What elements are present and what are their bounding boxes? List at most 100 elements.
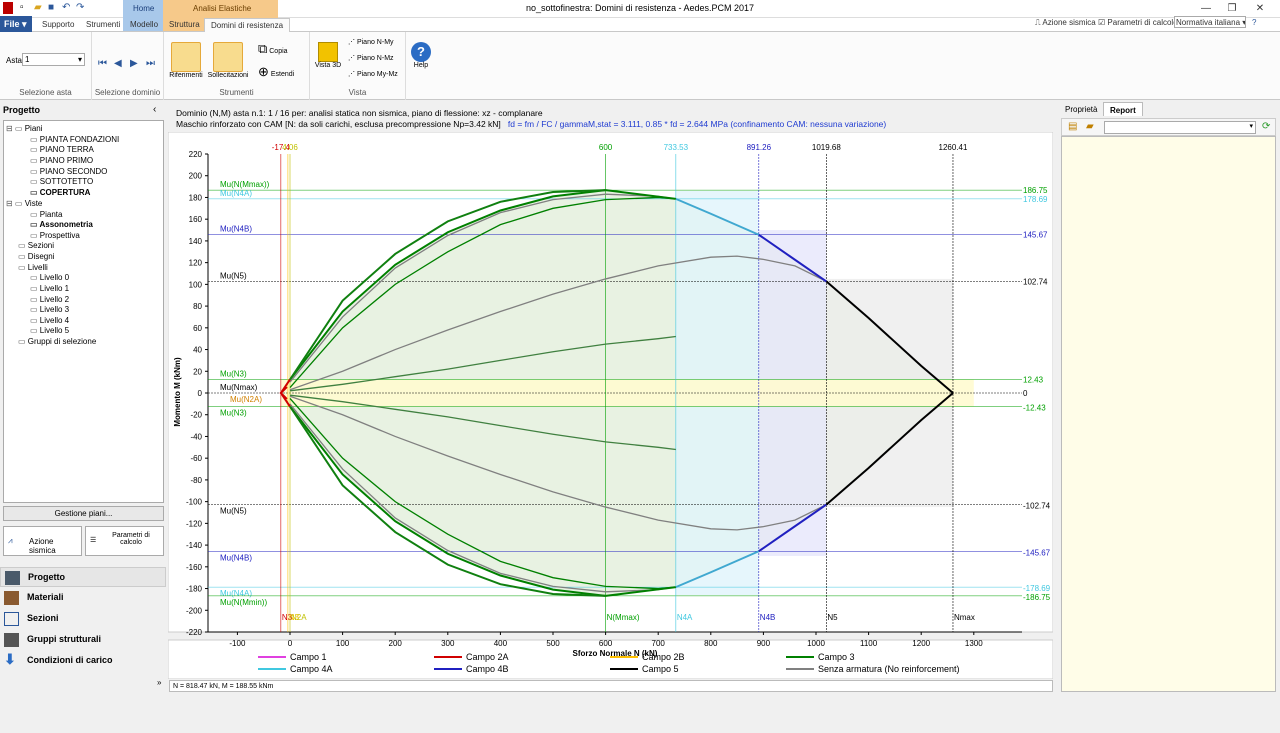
tree-item[interactable]: ▭ PIANTA FONDAZIONI (30, 135, 119, 144)
file-menu[interactable]: File ▾ (0, 16, 32, 32)
first-icon[interactable]: ⏮ (98, 58, 107, 69)
normativa-select[interactable]: Normativa italiana ▾ (1174, 16, 1246, 28)
piano-nmy-button[interactable]: ⋰ Piano N-My (348, 38, 394, 46)
report-icon[interactable]: ▤ (1068, 121, 1077, 132)
hline-left-label: Mu(N4B) (220, 553, 252, 562)
tree-item-label: Gruppi di selezione (27, 337, 97, 346)
tree-item[interactable]: ▭ Prospettiva (30, 231, 80, 240)
tree-item[interactable]: ▭ Livello 3 (30, 305, 69, 314)
nav-condizioni[interactable]: ⬇ Condizioni di carico (0, 651, 166, 671)
nav-gruppi[interactable]: Gruppi strutturali (0, 630, 166, 650)
hline-left-label: Mu(N(Mmin)) (220, 598, 267, 607)
asta-select[interactable]: 1 ▾ (22, 53, 85, 66)
legend-label: Campo 5 (642, 664, 679, 674)
cube-icon (318, 42, 338, 62)
tree-item[interactable]: ▭ PIANO PRIMO (30, 156, 93, 165)
materials-icon (4, 591, 19, 605)
hline-right-label: -102.74 (1023, 502, 1051, 511)
tree-item[interactable]: ▭ Disegni (18, 252, 54, 261)
tab-struttura[interactable]: Struttura (163, 18, 206, 32)
tab-supporto[interactable]: Supporto (36, 18, 80, 32)
tree-item[interactable]: ▭ Livelli (18, 263, 48, 272)
azione-sismica-button[interactable]: ⩘ Azione sismica (3, 526, 82, 556)
group-help: ? Help (406, 32, 436, 100)
ribbon: Asta 1 ▾ Selezione asta ⏮ ◀ ▶ ⏭ Selezione… (0, 32, 1280, 100)
tab-modello[interactable]: Modello (124, 18, 164, 32)
legend-label: Campo 4A (290, 664, 333, 674)
legend-label: Campo 4B (466, 664, 509, 674)
vline-bottom-label: N(Mmax) (607, 613, 640, 622)
restore-icon[interactable]: ❐ (1222, 3, 1242, 14)
help-button[interactable]: ? Help (409, 42, 433, 69)
tab-domini[interactable]: Domini di resistenza (204, 18, 291, 32)
copia-button[interactable]: ⧉ Copia (258, 41, 288, 57)
tree-item[interactable]: ▭ PIANO TERRA (30, 145, 94, 154)
tree-item[interactable]: ▭ Assonometria (30, 220, 93, 229)
vista3d-button[interactable]: Vista 3D (313, 42, 343, 69)
axis-icon: ⋰ (348, 71, 355, 78)
gestione-piani-button[interactable]: Gestione piani... (3, 506, 164, 521)
tree-item[interactable]: ▭ PIANO SECONDO (30, 167, 107, 176)
tree-item[interactable]: ▭ Livello 4 (30, 316, 69, 325)
tree-item[interactable]: ▭ Sezioni (18, 241, 54, 250)
piano-nmz-button[interactable]: ⋰ Piano N-Mz (348, 54, 394, 62)
tree-item[interactable]: ▭ COPERTURA (30, 188, 90, 197)
hline-right-label: -145.67 (1023, 548, 1051, 557)
x-tick-label: 300 (441, 639, 455, 648)
vline-top-label: 1019.68 (812, 143, 841, 152)
x-tick-label: 200 (389, 639, 403, 648)
help-small-icon[interactable]: ? (1252, 18, 1256, 27)
piano-mymz-button[interactable]: ⋰ Piano My-Mz (348, 70, 398, 78)
tree-item[interactable]: ▭ Pianta (30, 210, 62, 219)
tree-item[interactable]: ▭ Gruppi di selezione (18, 337, 96, 346)
nav-progetto[interactable]: Progetto (0, 567, 166, 587)
minimize-icon[interactable]: — (1196, 3, 1216, 14)
sollecitazioni-button[interactable]: Sollecitazioni (206, 42, 250, 79)
azione-sismica-toggle[interactable]: ⎍ Azione sismica (1035, 18, 1096, 28)
hline-left-label: Mu(N4A) (220, 189, 252, 198)
y-tick-label: 140 (189, 237, 203, 246)
nav-sezioni[interactable]: Sezioni (0, 609, 166, 629)
prev-icon[interactable]: ◀ (114, 58, 122, 69)
y-tick-label: -160 (186, 563, 203, 572)
close-icon[interactable]: ✕ (1250, 3, 1270, 14)
hline-right-label: 12.43 (1023, 375, 1044, 384)
parametri-calcolo-button[interactable]: ☰ Parametri di calcolo (85, 526, 164, 556)
tab-strumenti[interactable]: Strumenti (80, 18, 126, 32)
title-bar: ▫ ▰ ■ ↶ ↷ no_sottofinestra: Domini di re… (0, 0, 1280, 18)
panel-title: Progetto (3, 105, 40, 115)
axis-icon: ⋰ (348, 39, 355, 46)
report-select[interactable]: ▾ (1104, 121, 1256, 134)
tree-item[interactable]: ▭ SOTTOTETTO (30, 177, 93, 186)
tree-item-label: PIANO TERRA (39, 145, 94, 154)
tree-item[interactable]: ⊟ ▭ Piani (6, 124, 43, 133)
tree-item[interactable]: ▭ Livello 5 (30, 326, 69, 335)
collapse-icon[interactable]: ‹ (153, 104, 156, 115)
tree-node-icon: ▭ (30, 305, 40, 314)
hline-right-label: -178.69 (1023, 584, 1051, 593)
tree-item[interactable]: ▭ Livello 1 (30, 284, 69, 293)
tree-item[interactable]: ⊟ ▭ Viste (6, 199, 42, 208)
domain-info: Dominio (N,M) asta n.1: 1 / 16 per: anal… (176, 108, 886, 130)
parametri-checkbox[interactable]: ☑ Parametri di calcolo (1098, 18, 1178, 27)
tab-proprieta[interactable]: Proprietà (1059, 102, 1103, 116)
open-folder-icon[interactable]: ▰ (1086, 121, 1094, 132)
last-icon[interactable]: ⏭ (146, 58, 155, 69)
next-icon[interactable]: ▶ (130, 58, 138, 69)
estendi-button[interactable]: ⊕ Estendi (258, 64, 294, 80)
tab-report[interactable]: Report (1103, 102, 1143, 116)
tree-node-icon: ▭ (30, 177, 40, 186)
tree-item[interactable]: ▭ Livello 2 (30, 295, 69, 304)
tree-item[interactable]: ▭ Livello 0 (30, 273, 69, 282)
tree-item-label: Livelli (27, 263, 48, 272)
expand-icon[interactable]: » (157, 678, 161, 687)
riferimenti-button[interactable]: Riferimenti (168, 42, 204, 79)
refresh-icon[interactable]: ⟳ (1262, 121, 1270, 132)
x-tick-label: 600 (599, 639, 613, 648)
project-panel: Progetto ‹ ⊟ ▭ Piani ▭ PIANTA FONDAZIONI ▭… (0, 100, 166, 694)
hline-left-label: Mu(N5) (220, 271, 247, 280)
vline-bottom-label: N5 (827, 613, 838, 622)
groups-icon (4, 633, 19, 647)
nav-materiali[interactable]: Materiali (0, 588, 166, 608)
vline-bottom-label: N2A (291, 613, 307, 622)
